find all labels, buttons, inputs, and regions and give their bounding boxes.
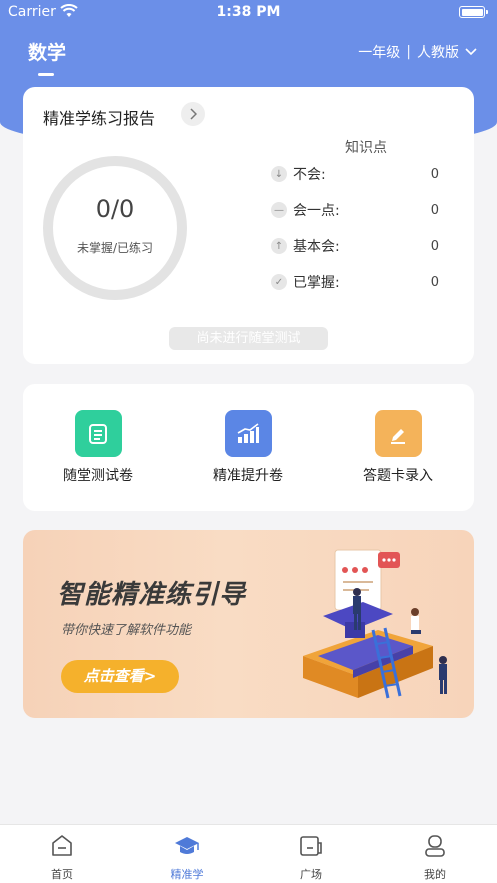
kp-row-unknown: ↓ 不会: 0	[271, 164, 439, 184]
edition-label: 人教版	[417, 45, 459, 61]
kp-label: 基本会:	[293, 239, 340, 255]
kp-value: 0	[430, 166, 439, 182]
test-status-button[interactable]: 尚未进行随堂测试	[169, 327, 328, 350]
ring-value: 0/0	[95, 195, 135, 223]
user-icon	[425, 835, 445, 857]
arrow-down-icon: ↓	[271, 166, 287, 182]
tab-label: 我的	[424, 868, 446, 881]
document-icon	[74, 410, 122, 457]
home-icon	[52, 835, 72, 856]
tools-card: 随堂测试卷 精准提升卷 答题卡录入	[23, 384, 474, 511]
tool-label: 答题卡录入	[363, 468, 433, 484]
chevron-right-icon	[190, 108, 197, 120]
bottom-tab-bar: 首页 精准学 广场 我的	[0, 824, 497, 883]
check-icon: ✓	[271, 274, 287, 290]
kp-row-mastered: ✓ 已掌握: 0	[271, 272, 439, 292]
arrow-up-icon: ↑	[271, 238, 287, 254]
bar-chart-icon	[224, 410, 272, 457]
report-detail-button[interactable]	[181, 102, 205, 126]
kp-label: 已掌握:	[293, 275, 340, 291]
answer-card-button[interactable]: 答题卡录入	[343, 410, 453, 485]
chevron-down-icon	[465, 48, 477, 56]
education-illustration	[303, 549, 447, 699]
kp-row-partial: — 会一点: 0	[271, 200, 439, 220]
kp-row-basic: ↑ 基本会: 0	[271, 236, 439, 256]
kp-value: 0	[430, 202, 439, 218]
kp-value: 0	[430, 274, 439, 290]
tab-square[interactable]: 广场	[271, 833, 351, 882]
knowledge-point-title: 知识点	[345, 140, 387, 156]
report-title: 精准学练习报告	[43, 109, 156, 128]
tab-home[interactable]: 首页	[22, 833, 102, 882]
tab-label: 广场	[300, 868, 322, 881]
tab-precision-learning[interactable]: 精准学	[147, 833, 227, 882]
kp-value: 0	[430, 238, 439, 254]
banner-subtitle: 带你快速了解软件功能	[61, 623, 192, 638]
tool-label: 随堂测试卷	[63, 468, 133, 484]
battery-icon	[459, 6, 488, 18]
guide-banner[interactable]: 智能精准练引导 带你快速了解软件功能 点击查看>	[23, 530, 474, 718]
kp-label: 会一点:	[293, 203, 340, 219]
quiz-paper-button[interactable]: 随堂测试卷	[43, 410, 153, 485]
grade-label: 一年级	[358, 45, 401, 61]
clock: 1:38 PM	[216, 4, 281, 20]
subject-tab[interactable]: 数学	[28, 38, 66, 65]
edit-icon	[374, 410, 422, 457]
grade-separator: |	[406, 44, 411, 60]
progress-ring	[43, 156, 187, 300]
tab-label: 首页	[51, 868, 73, 881]
banner-view-button[interactable]: 点击查看>	[61, 660, 179, 693]
banner-title: 智能精准练引导	[57, 580, 247, 610]
tab-label: 精准学	[170, 868, 204, 881]
tab-mine[interactable]: 我的	[395, 833, 475, 882]
kp-label: 不会:	[293, 167, 326, 183]
ring-label: 未掌握/已练习	[76, 241, 154, 255]
grade-selector[interactable]: 一年级 | 人教版	[358, 42, 477, 62]
minus-icon: —	[271, 202, 287, 218]
tool-label: 精准提升卷	[213, 468, 283, 484]
subject-tab-indicator	[38, 73, 54, 76]
practice-report-card: 精准学练习报告 0/0 未掌握/已练习 知识点 ↓ 不会: 0 — 会一点: 0…	[23, 87, 474, 364]
status-bar: Carrier 1:38 PM	[0, 0, 497, 26]
graduation-cap-icon	[175, 837, 199, 854]
square-icon	[300, 836, 322, 856]
improve-paper-button[interactable]: 精准提升卷	[193, 410, 303, 485]
